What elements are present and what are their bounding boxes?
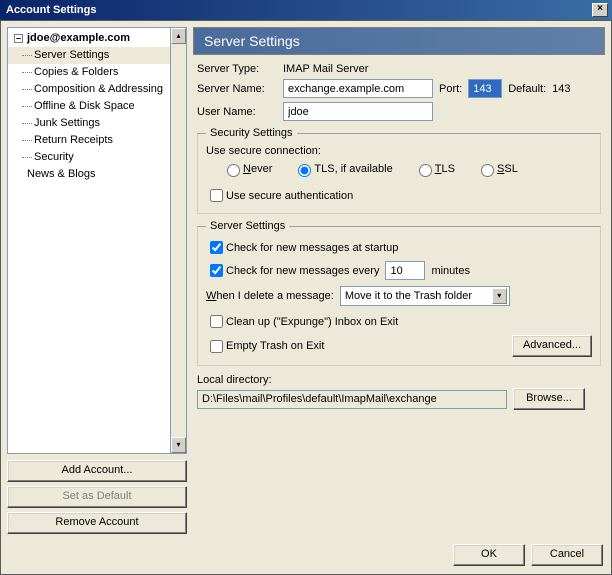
tree-root-account[interactable]: – jdoe@example.com [8, 30, 170, 47]
secure-conn-label: Use secure connection: [206, 145, 592, 157]
default-port-label: Default: [508, 83, 546, 95]
checkbox-check-every[interactable]: Check for new messages every [206, 261, 379, 280]
default-port-value: 143 [552, 83, 570, 95]
local-dir-label: Local directory: [197, 374, 601, 386]
tree-item-composition[interactable]: Composition & Addressing [8, 81, 170, 98]
secure-conn-options: Never TLS, if available TLS SSL [206, 161, 592, 180]
chevron-down-icon: ▾ [492, 288, 507, 304]
radio-never[interactable]: Never [222, 161, 272, 177]
tree-root-label: jdoe@example.com [27, 31, 130, 46]
advanced-button[interactable]: Advanced... [512, 335, 592, 357]
dialog-buttons: OK Cancel [7, 534, 605, 568]
tree-wrap: – jdoe@example.com Server Settings Copie… [7, 27, 187, 454]
tree-item-security[interactable]: Security [8, 149, 170, 166]
minutes-label: minutes [431, 265, 470, 277]
close-icon[interactable]: × [592, 3, 608, 17]
server-settings-fieldset: Server Settings Check for new messages a… [197, 220, 601, 366]
local-dir-input[interactable] [197, 390, 507, 409]
security-fieldset: Security Settings Use secure connection:… [197, 127, 601, 214]
server-type-row: Server Type: IMAP Mail Server [197, 63, 601, 75]
account-tree[interactable]: – jdoe@example.com Server Settings Copie… [7, 27, 171, 454]
set-default-button: Set as Default [7, 486, 187, 508]
user-name-input[interactable] [283, 102, 433, 121]
ok-button[interactable]: OK [453, 544, 525, 566]
dialog-body: – jdoe@example.com Server Settings Copie… [0, 20, 612, 575]
remove-account-button[interactable]: Remove Account [7, 512, 187, 534]
checkbox-secure-auth[interactable]: Use secure authentication [206, 186, 353, 205]
radio-ssl[interactable]: SSL [476, 161, 518, 177]
cancel-button[interactable]: Cancel [531, 544, 603, 566]
server-type-label: Server Type: [197, 63, 277, 75]
tree-item-copies-folders[interactable]: Copies & Folders [8, 64, 170, 81]
scroll-up-icon[interactable]: ▴ [171, 28, 186, 44]
scroll-down-icon[interactable]: ▾ [171, 437, 186, 453]
server-name-input[interactable] [283, 79, 433, 98]
tree-item-return-receipts[interactable]: Return Receipts [8, 132, 170, 149]
server-settings-legend: Server Settings [206, 220, 289, 232]
right-column: Server Settings Server Type: IMAP Mail S… [193, 27, 605, 534]
tree-root-news[interactable]: News & Blogs [8, 166, 170, 183]
checkbox-cleanup[interactable]: Clean up ("Expunge") Inbox on Exit [206, 312, 398, 331]
tree-item-server-settings[interactable]: Server Settings [8, 47, 170, 64]
server-type-value: IMAP Mail Server [283, 63, 368, 75]
user-name-row: User Name: [197, 102, 601, 121]
security-legend: Security Settings [206, 127, 297, 139]
port-label: Port: [439, 83, 462, 95]
browse-button[interactable]: Browse... [513, 388, 585, 410]
user-name-label: User Name: [197, 106, 277, 118]
checkbox-check-startup[interactable]: Check for new messages at startup [206, 238, 398, 257]
left-buttons: Add Account... Set as Default Remove Acc… [7, 460, 187, 534]
radio-tls-if-available[interactable]: TLS, if available [293, 161, 392, 177]
checkbox-empty-trash[interactable]: Empty Trash on Exit [206, 337, 324, 356]
tree-item-offline[interactable]: Offline & Disk Space [8, 98, 170, 115]
check-interval-input[interactable] [385, 261, 425, 280]
port-input[interactable] [468, 79, 502, 98]
tree-collapse-icon[interactable]: – [14, 34, 23, 43]
panel-title: Server Settings [193, 27, 605, 55]
delete-label: When I delete a message: [206, 290, 334, 302]
tree-scrollbar[interactable]: ▴ ▾ [171, 27, 187, 454]
left-column: – jdoe@example.com Server Settings Copie… [7, 27, 187, 534]
server-name-label: Server Name: [197, 83, 277, 95]
main-area: – jdoe@example.com Server Settings Copie… [7, 27, 605, 534]
window-title: Account Settings [6, 4, 96, 16]
tree-item-junk[interactable]: Junk Settings [8, 115, 170, 132]
window-titlebar: Account Settings × [0, 0, 612, 20]
add-account-button[interactable]: Add Account... [7, 460, 187, 482]
local-dir-row: Browse... [197, 388, 601, 410]
delete-action-select[interactable]: Move it to the Trash folder ▾ [340, 286, 510, 306]
server-name-row: Server Name: Port: Default: 143 [197, 79, 601, 98]
panel-body: Server Type: IMAP Mail Server Server Nam… [193, 55, 605, 418]
radio-tls[interactable]: TLS [414, 161, 455, 177]
